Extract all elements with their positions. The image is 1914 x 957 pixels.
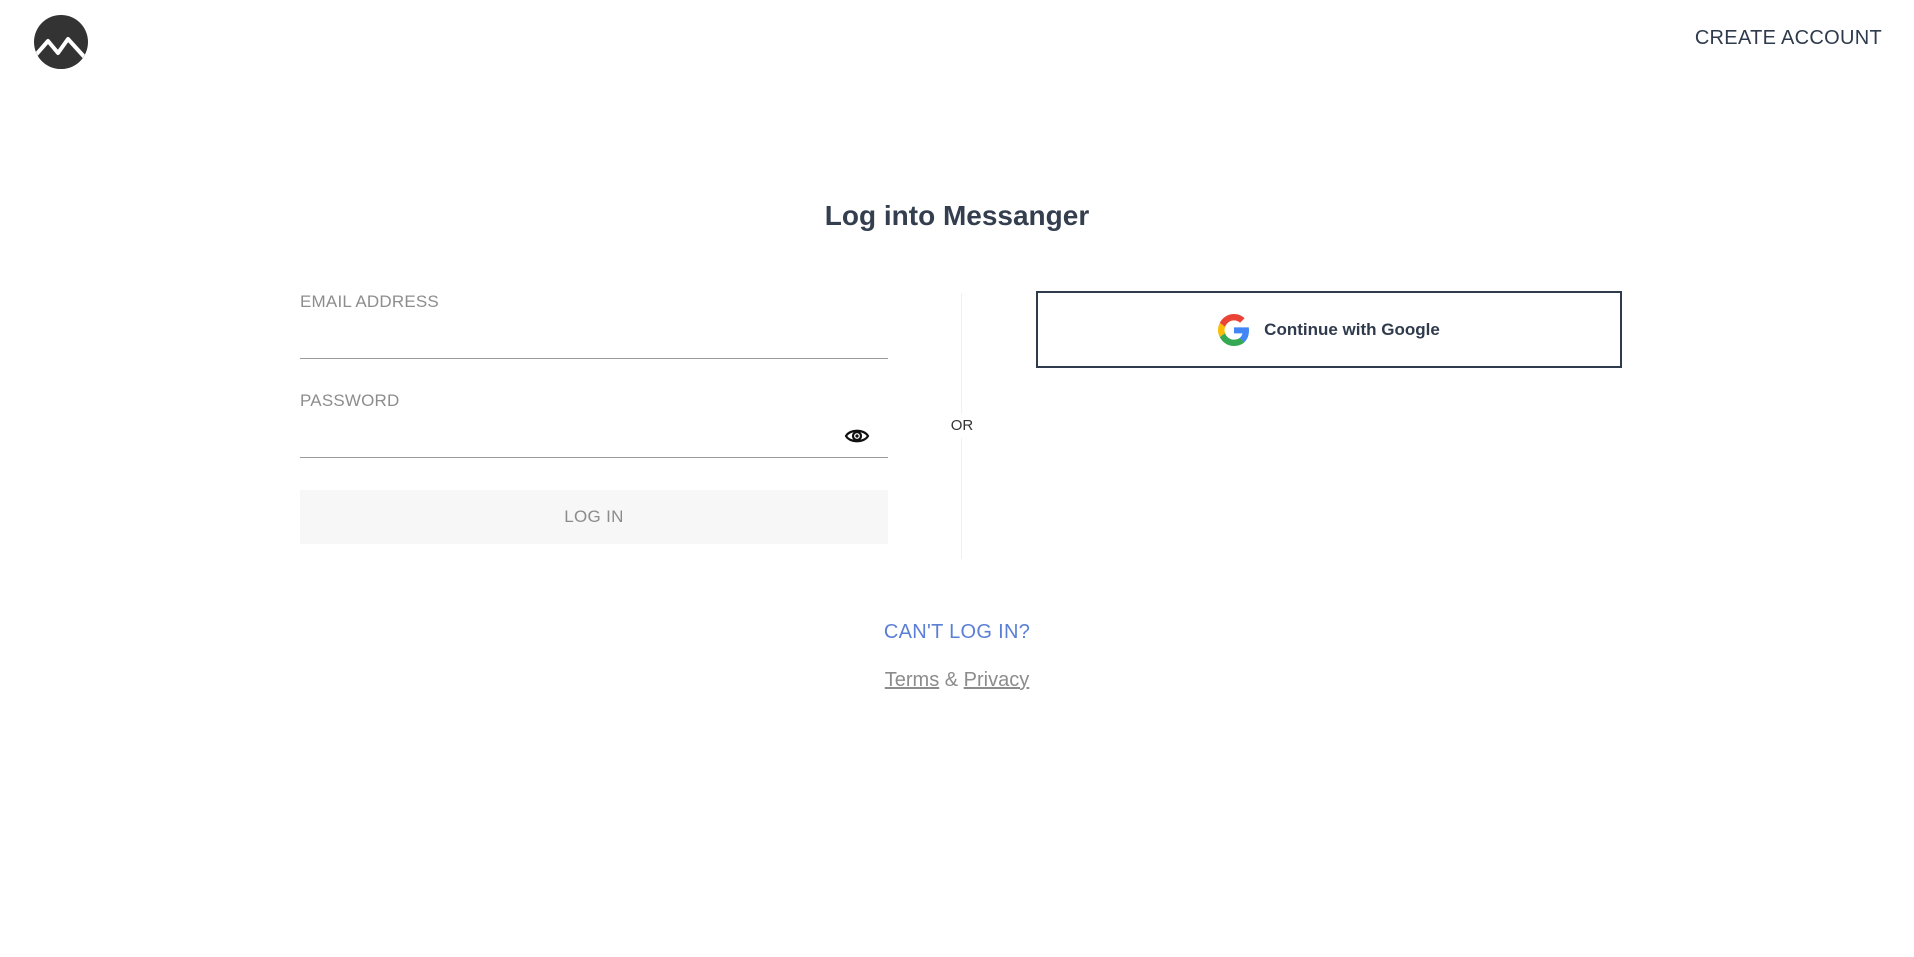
legal-links: Terms & Privacy [0,669,1914,692]
login-page: CREATE ACCOUNT Log into Messanger EMAIL … [0,0,1914,957]
ampersand: & [944,669,959,691]
password-label: PASSWORD [300,391,400,410]
email-field-container [300,316,888,359]
login-button[interactable]: LOG IN [300,490,888,544]
password-field[interactable] [300,415,888,457]
continue-with-google-button[interactable]: Continue with Google [1036,291,1622,368]
password-field-container [300,415,888,458]
email-field[interactable] [300,316,888,358]
page-title: Log into Messanger [824,200,1090,231]
login-form: EMAIL ADDRESS PASSWORD LOG IN [300,292,888,544]
eye-icon[interactable] [844,425,870,447]
google-g-icon [1218,313,1250,346]
create-account-link[interactable]: CREATE ACCOUNT [1695,27,1882,50]
google-button-label: Continue with Google [1264,319,1440,339]
terms-link[interactable]: Terms [885,669,939,691]
privacy-link[interactable]: Privacy [964,669,1030,691]
email-label: EMAIL ADDRESS [300,292,439,311]
or-separator: OR [946,414,978,438]
mountain-logo-icon[interactable] [34,15,88,69]
cant-login-link[interactable]: CAN'T LOG IN? [0,621,1914,644]
